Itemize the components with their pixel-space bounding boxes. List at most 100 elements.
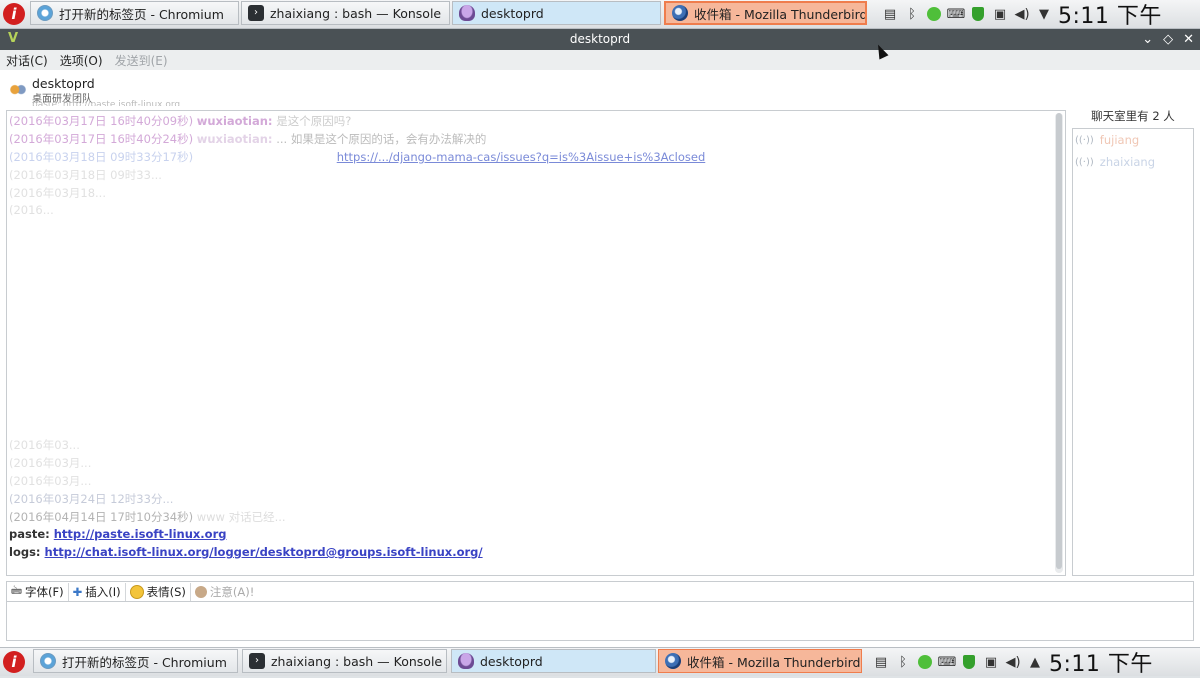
close-icon[interactable]: ✕ (1183, 29, 1194, 50)
thunderbird-icon (672, 5, 688, 21)
smiley-icon (129, 584, 144, 599)
task-label: zhaixiang : bash — Konsole (271, 653, 443, 669)
message-time: (2016年03月18日 09时33分17秒) (9, 150, 194, 164)
shield-icon[interactable] (970, 6, 986, 22)
attention-button[interactable]: 注意(A)! (191, 583, 258, 601)
chat-scrollbar[interactable] (1055, 113, 1063, 573)
pidgin-icon (459, 5, 475, 21)
clipboard-icon[interactable]: ▤ (873, 654, 889, 670)
menu-bar: 对话(C) 选项(O) 发送到(E) (0, 50, 1200, 70)
shield-icon[interactable] (961, 654, 977, 670)
task-chromium[interactable]: 打开新的标签页 - Chromium (33, 649, 238, 673)
info-paste: paste: http://paste.isoft-linux.org (9, 527, 226, 541)
message-text: 是这个原因吗? (276, 114, 352, 128)
keyboard-icon[interactable]: ⌨ (947, 6, 966, 22)
member-item[interactable]: ((·)) fujiang (1075, 133, 1139, 147)
message-nick: wuxiaotian: (196, 114, 273, 128)
scrollbar-thumb[interactable] (1056, 113, 1062, 569)
message: (2016年03... (9, 437, 80, 453)
pidgin-app-icon[interactable]: V (6, 32, 20, 46)
conversation-topic: paste: http://paste.isoft-linux.org (32, 100, 181, 106)
menu-options[interactable]: 选项(O) (60, 52, 103, 69)
task-thunderbird[interactable]: 收件箱 - Mozilla Thunderbird (664, 1, 867, 25)
message-text: ... 如果是这个原因的话，会有办法解决的 (276, 132, 487, 146)
clock[interactable]: 5:11 下午 (1058, 0, 1162, 30)
message: (2016年03月24日 12时33分... (9, 491, 173, 507)
task-pidgin[interactable]: desktoprd (451, 649, 656, 673)
tray-expand-icon[interactable]: ▲ (1027, 654, 1043, 670)
message: (2016年03月18日 09时33分17秒) https://.../djan… (9, 149, 705, 165)
task-label: 收件箱 - Mozilla Thunderbird (687, 654, 861, 670)
message-time: (2016年04月14日 17时10分34秒) (9, 510, 194, 524)
message-time: (2016年03月... (9, 474, 92, 488)
display-icon[interactable]: ▣ (992, 6, 1008, 22)
message: (2016年04月14日 17时10分34秒) www 对话已经... (9, 509, 286, 525)
font-button[interactable]: 🖮 字体(F) (7, 582, 69, 601)
bottom-taskbar: i 打开新的标签页 - Chromium › zhaixiang : bash … (0, 646, 1200, 678)
thunderbird-icon (665, 653, 681, 669)
pidgin-icon (458, 653, 474, 669)
window-titlebar[interactable]: V desktoprd ⌄ ◇ ✕ (0, 29, 1200, 50)
task-thunderbird[interactable]: 收件箱 - Mozilla Thunderbird (658, 649, 862, 673)
message-time: (2016年03月18日 09时33... (9, 168, 162, 182)
message-input[interactable] (6, 601, 1194, 641)
font-label: 字体(F) (25, 584, 64, 599)
maximize-icon[interactable]: ◇ (1163, 29, 1173, 50)
volume-icon[interactable]: ◀) (1014, 6, 1030, 22)
task-konsole[interactable]: › zhaixiang : bash — Konsole (242, 649, 447, 673)
message: (2016年03月... (9, 473, 91, 489)
insert-button[interactable]: ✚ 插入(I) (69, 582, 126, 601)
plus-icon: ✚ (72, 584, 83, 599)
member-name: fujiang (1099, 133, 1140, 147)
message: (2016年03月... (9, 455, 91, 471)
task-konsole[interactable]: › zhaixiang : bash — Konsole (241, 1, 450, 25)
isoft-start-icon[interactable]: i (3, 3, 25, 25)
message-time: (2016... (9, 203, 54, 217)
message-time: (2016年03月... (9, 456, 92, 470)
font-icon: 🖮 (11, 584, 22, 597)
task-pidgin[interactable]: desktoprd (452, 1, 661, 25)
window-title: desktoprd (569, 32, 631, 46)
message-nick: wuxiaotian: (196, 132, 273, 146)
network-status-icon[interactable] (917, 654, 933, 670)
tray-expand-icon[interactable]: ▼ (1036, 6, 1052, 22)
chromium-icon (40, 653, 56, 669)
minimize-icon[interactable]: ⌄ (1142, 29, 1153, 50)
task-label: 打开新的标签页 - Chromium (62, 654, 227, 670)
bluetooth-icon[interactable]: ᛒ (904, 6, 920, 22)
network-status-icon[interactable] (926, 6, 942, 22)
paste-link[interactable]: http://paste.isoft-linux.org (54, 527, 227, 541)
window-controls: ⌄ ◇ ✕ (1142, 29, 1194, 50)
message-text: www 对话已经... (196, 510, 286, 524)
clipboard-icon[interactable]: ▤ (882, 6, 898, 22)
member-item[interactable]: ((·)) zhaixiang (1075, 155, 1155, 169)
bluetooth-icon[interactable]: ᛒ (895, 654, 911, 670)
roster-header: 聊天室里有 2 人 (1091, 109, 1175, 123)
message: (2016年03月17日 16时40分09秒) wuxiaotian: 是这个原… (9, 113, 351, 129)
group-chat-icon (10, 84, 26, 98)
isoft-start-icon[interactable]: i (3, 651, 25, 673)
volume-icon[interactable]: ◀) (1005, 654, 1021, 670)
keyboard-icon[interactable]: ⌨ (938, 654, 957, 670)
top-taskbar: i 打开新的标签页 - Chromium › zhaixiang : bash … (0, 0, 1200, 29)
attention-label: 注意(A)! (209, 584, 255, 599)
conversation-window: desktoprd 桌面研发团队 paste: http://paste.iso… (0, 70, 1200, 647)
member-name: zhaixiang (1099, 155, 1156, 169)
menu-send-to[interactable]: 发送到(E) (115, 52, 168, 69)
message-time: (2016年03... (9, 438, 80, 452)
logs-link[interactable]: http://chat.isoft-linux.org/logger/deskt… (45, 545, 483, 559)
task-chromium[interactable]: 打开新的标签页 - Chromium (30, 1, 239, 25)
wireless-icon: ((·)) (1075, 156, 1094, 168)
chat-log[interactable]: (2016年03月17日 16时40分09秒) wuxiaotian: 是这个原… (6, 110, 1066, 576)
display-icon[interactable]: ▣ (983, 654, 999, 670)
message: (2016年03月18日 09时33... (9, 167, 162, 183)
smiley-button[interactable]: 表情(S) (126, 582, 191, 601)
member-list[interactable]: ((·)) fujiang ((·)) zhaixiang (1072, 128, 1194, 576)
clock[interactable]: 5:11 下午 (1049, 646, 1153, 678)
message-link[interactable]: https://.../django-mama-cas/issues?q=is%… (337, 150, 706, 164)
menu-conversation[interactable]: 对话(C) (6, 52, 48, 69)
system-tray: ▤ ᛒ ⌨ ▣ ◀) ▼ 5:11 下午 (882, 0, 1162, 30)
system-tray: ▤ ᛒ ⌨ ▣ ◀) ▲ 5:11 下午 (873, 646, 1153, 678)
task-label: 收件箱 - Mozilla Thunderbird (694, 6, 867, 22)
message: (2016年03月17日 16时40分24秒) wuxiaotian: ... … (9, 131, 486, 147)
